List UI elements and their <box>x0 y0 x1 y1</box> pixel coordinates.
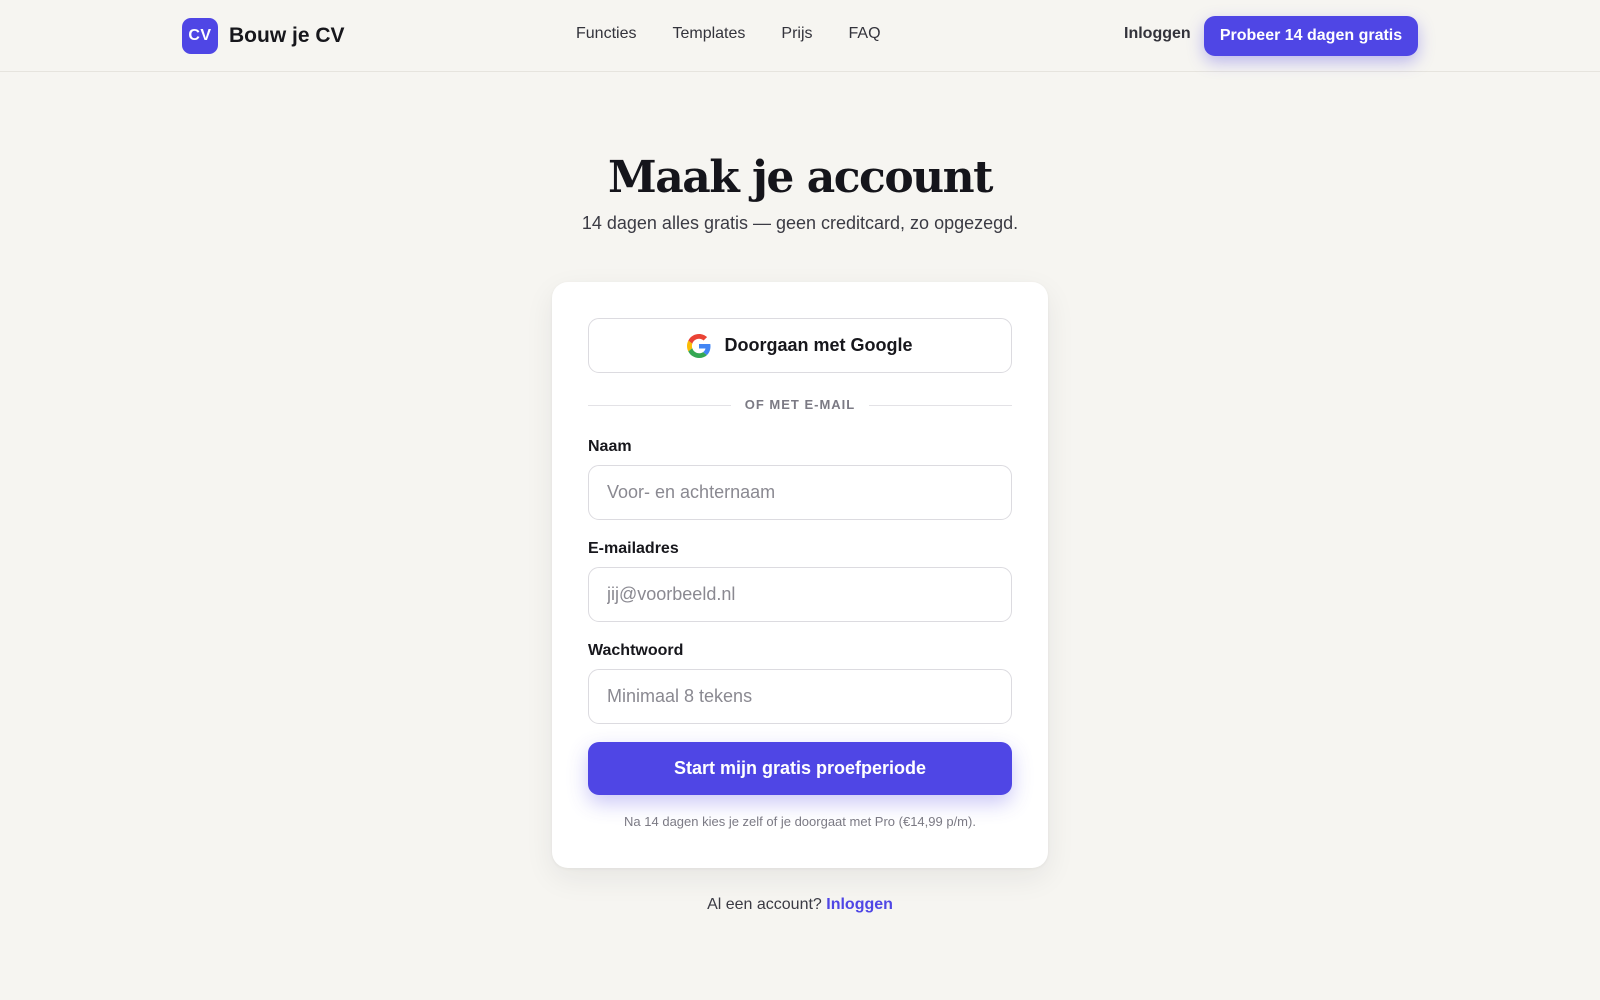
brand[interactable]: CV Bouw je CV <box>182 18 345 54</box>
pricing-fineprint: Na 14 dagen kies je zelf of je doorgaat … <box>624 814 976 829</box>
google-signin-button[interactable]: Doorgaan met Google <box>588 318 1012 373</box>
nav-item-prijs[interactable]: Prijs <box>781 25 812 43</box>
google-g-icon <box>687 333 711 358</box>
start-trial-submit-button[interactable]: Start mijn gratis proefperiode <box>588 742 1012 795</box>
name-label: Naam <box>588 438 632 455</box>
main-nav: Functies Templates Prijs FAQ <box>576 25 881 43</box>
brand-name: Bouw je CV <box>229 24 345 47</box>
header-login-link[interactable]: Inloggen <box>1124 25 1191 43</box>
existing-account-text: Al een account? <box>707 896 822 913</box>
nav-item-faq[interactable]: FAQ <box>849 25 881 43</box>
free-trial-button[interactable]: Probeer 14 dagen gratis <box>1204 16 1418 56</box>
name-input[interactable] <box>588 465 1012 520</box>
existing-account-prompt: Al een account? Inloggen <box>0 896 1600 914</box>
password-input[interactable] <box>588 669 1012 724</box>
email-input[interactable] <box>588 567 1012 622</box>
nav-item-functies[interactable]: Functies <box>576 25 636 43</box>
email-label: E-mailadres <box>588 540 679 557</box>
nav-item-templates[interactable]: Templates <box>672 25 745 43</box>
top-navigation-bar: CV Bouw je CV Functies Templates Prijs F… <box>0 0 1600 72</box>
brand-logo: CV <box>182 18 218 54</box>
password-label: Wachtwoord <box>588 642 684 659</box>
or-divider: OF MET E-MAIL <box>588 396 1012 416</box>
page-subtitle: 14 dagen alles gratis — geen creditcard,… <box>581 213 1019 233</box>
footer-login-link[interactable]: Inloggen <box>826 896 893 913</box>
signup-card: Doorgaan met Google OF MET E-MAIL Naam E… <box>552 282 1048 868</box>
page-title: Maak je account <box>607 152 994 203</box>
google-button-label: Doorgaan met Google <box>724 335 913 355</box>
divider-line-right <box>869 405 1012 406</box>
